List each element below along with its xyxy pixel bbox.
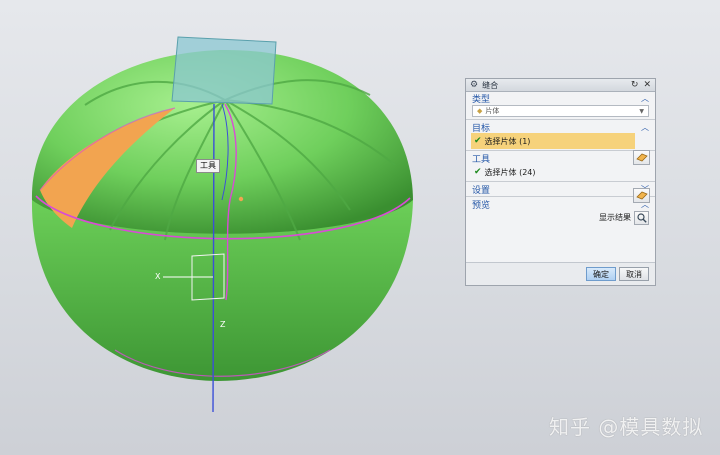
reset-icon[interactable]: ↻: [631, 80, 639, 90]
ok-button[interactable]: 确定: [586, 267, 616, 281]
cancel-button[interactable]: 取消: [619, 267, 649, 281]
section-target-title: 目标: [472, 123, 491, 134]
show-result-row: 显示结果: [466, 210, 655, 225]
target-select-label: 选择片体 (1): [484, 136, 531, 146]
tool-select-row[interactable]: ✔ 选择片体 (24): [471, 164, 655, 180]
target-select-row[interactable]: ✔ 选择片体 (1): [471, 133, 635, 149]
sew-dialog: ⚙ 缝合 ↻ ✕ 类型 ︿ ◆ 片体 ▼ 目标 ︿ ✔ 选择片体 (1) 工具 …: [465, 78, 656, 286]
eraser-icon: [635, 153, 648, 162]
tool-select-button[interactable]: [633, 188, 650, 203]
section-type-title: 类型: [472, 94, 491, 105]
dialog-titlebar: ⚙ 缝合 ↻ ✕: [466, 79, 655, 92]
check-icon: ✔: [474, 136, 482, 146]
check-icon: ✔: [474, 167, 482, 177]
section-preview-header[interactable]: 预览 ︿: [466, 198, 655, 211]
section-type-header[interactable]: 类型 ︿: [466, 92, 655, 105]
section-settings-header[interactable]: 设置 ﹀: [466, 183, 655, 196]
z-axis-label: Z: [220, 320, 226, 329]
divider: [466, 119, 655, 120]
sheet-type-icon: ◆: [477, 107, 483, 115]
tool-select-label: 选择片体 (24): [484, 167, 536, 177]
target-select-button[interactable]: [633, 150, 650, 165]
dialog-title: 缝合: [482, 80, 499, 90]
divider: [466, 150, 655, 151]
dialog-footer: 确定 取消: [466, 262, 655, 285]
x-axis-label: X: [155, 272, 161, 281]
section-target-header[interactable]: 目标 ︿: [466, 121, 655, 134]
eraser-icon: [635, 191, 648, 200]
section-settings-title: 设置: [472, 185, 491, 196]
show-result-label: 显示结果: [599, 213, 631, 222]
top-sheet: [171, 36, 277, 105]
section-tool-title: 工具: [472, 154, 491, 165]
gear-icon[interactable]: ⚙: [470, 80, 478, 90]
section-tool-header[interactable]: 工具 ︿: [466, 152, 655, 165]
chevron-up-icon[interactable]: ︿: [641, 93, 649, 104]
watermark: 知乎 @模具数拟: [549, 415, 704, 439]
show-result-button[interactable]: [634, 210, 649, 225]
chevron-up-icon[interactable]: ︿: [641, 122, 649, 133]
magnifier-icon: [636, 212, 647, 223]
type-select-value: 片体: [485, 107, 500, 115]
section-preview-title: 预览: [472, 200, 491, 211]
tool-tooltip: 工具: [196, 159, 220, 173]
chevron-down-icon[interactable]: ▼: [639, 108, 644, 115]
type-select[interactable]: ◆ 片体 ▼: [472, 105, 649, 117]
divider: [466, 196, 655, 197]
handle-point: [238, 196, 244, 202]
close-icon[interactable]: ✕: [643, 80, 651, 90]
divider: [466, 181, 655, 182]
